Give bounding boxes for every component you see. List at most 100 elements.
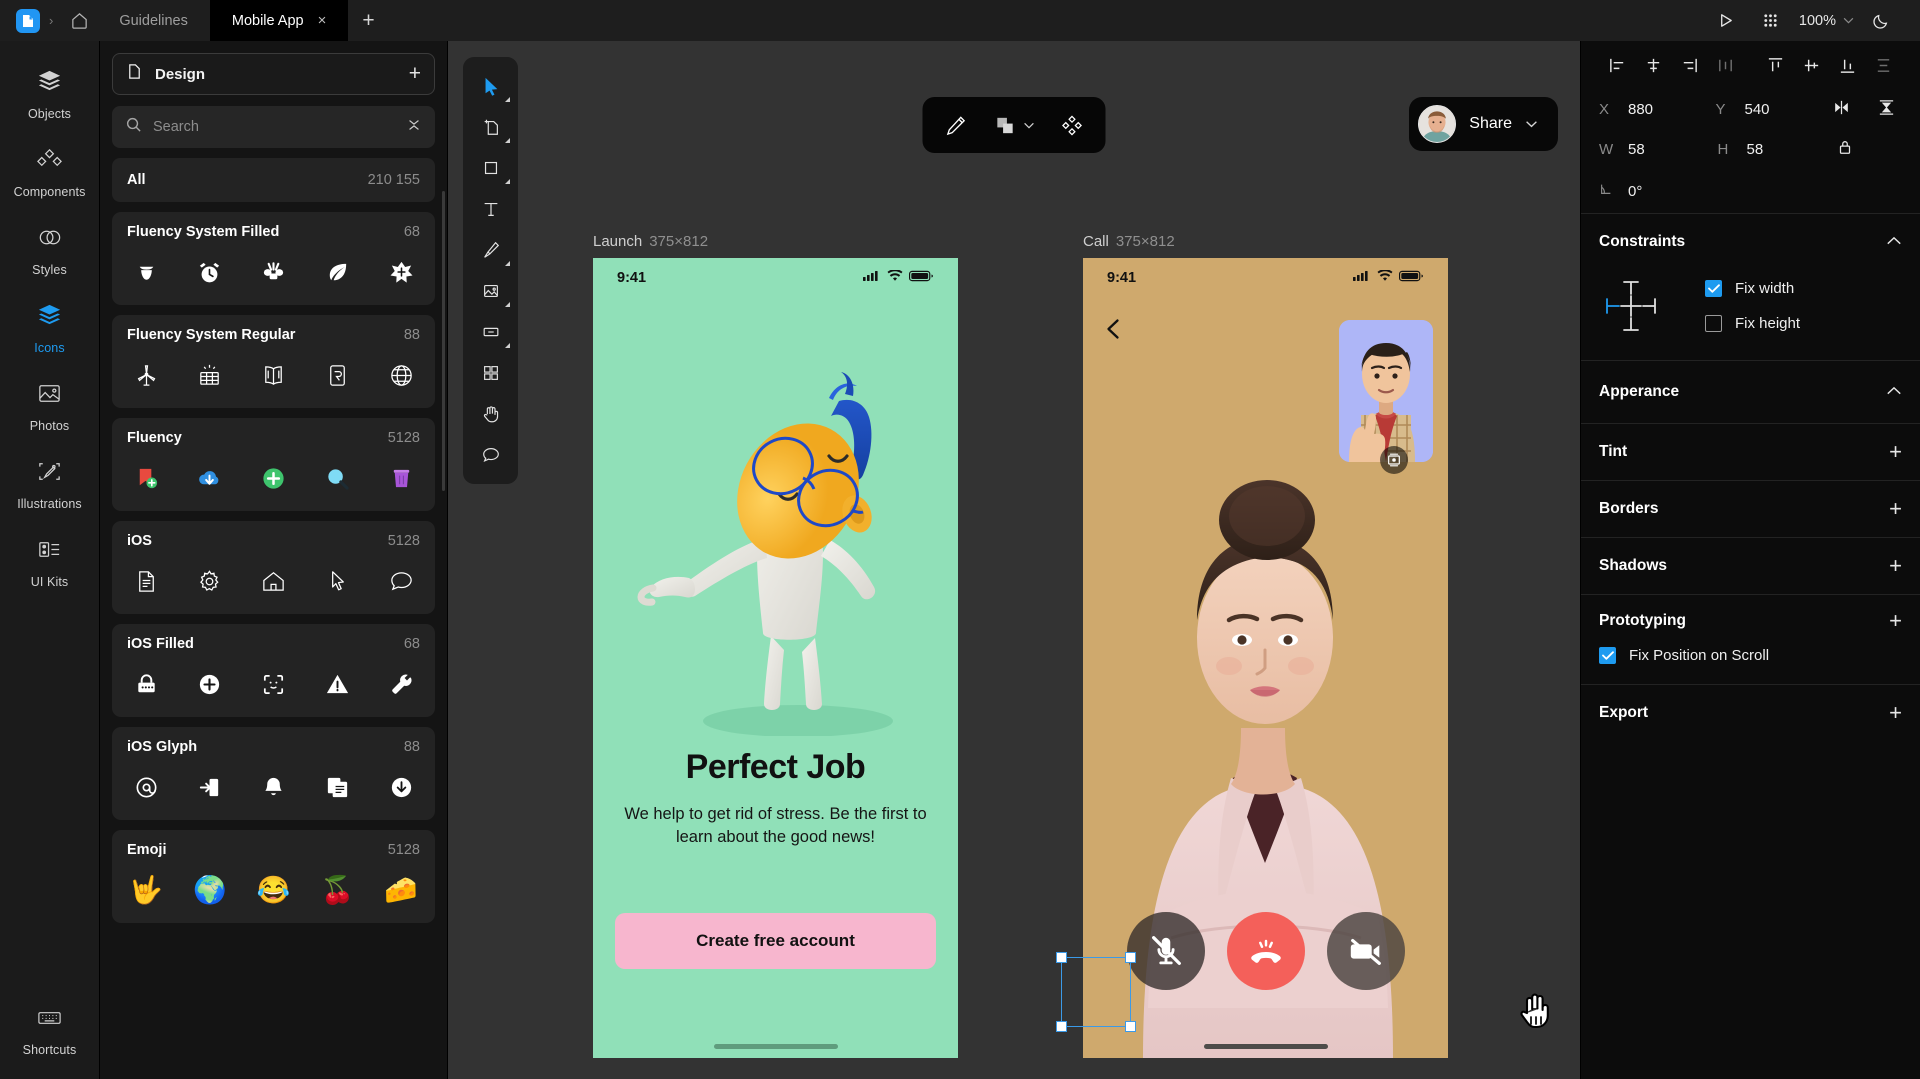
sidebar-item-illustrations[interactable]: Illustrations: [0, 445, 100, 523]
create-free-account-button[interactable]: Create free account: [615, 913, 936, 969]
sidebar-item-shortcuts[interactable]: Shortcuts: [0, 991, 100, 1079]
fix-position-checkbox[interactable]: [1599, 647, 1616, 664]
boolean-union-icon[interactable]: [994, 114, 1035, 137]
category-fluency-system-regular[interactable]: Fluency System Regular 88: [112, 315, 435, 408]
grid-tool[interactable]: [469, 354, 513, 392]
document-lines-icon[interactable]: [129, 564, 163, 598]
x-field[interactable]: X 880: [1599, 101, 1716, 118]
sidebar-item-photos[interactable]: Photos: [0, 367, 100, 445]
warning-triangle-icon[interactable]: [320, 667, 354, 701]
sidebar-item-objects[interactable]: Objects: [0, 55, 100, 133]
sidebar-item-icons[interactable]: Icons: [0, 289, 100, 367]
text-tool[interactable]: [469, 190, 513, 228]
chevron-up-icon[interactable]: [1886, 233, 1902, 251]
shape-tool[interactable]: [469, 149, 513, 187]
pen-tool[interactable]: [469, 231, 513, 269]
moon-icon[interactable]: [1858, 0, 1904, 41]
distribute-horizontal-icon[interactable]: [1707, 47, 1743, 83]
library-scrollbar[interactable]: [442, 191, 445, 491]
close-icon[interactable]: ×: [318, 13, 327, 28]
app-logo-icon[interactable]: [16, 9, 40, 33]
sidebar-item-styles[interactable]: Styles: [0, 211, 100, 289]
fix-position-row[interactable]: Fix Position on Scroll: [1599, 647, 1902, 664]
category-ios-filled[interactable]: iOS Filled 68: [112, 624, 435, 717]
height-field[interactable]: H 58: [1718, 141, 1837, 158]
library-header[interactable]: Design +: [112, 53, 435, 95]
search-magnifier-icon[interactable]: [320, 461, 354, 495]
camera-off-button[interactable]: [1327, 912, 1405, 990]
switch-camera-icon[interactable]: [1380, 446, 1408, 474]
button-tool[interactable]: [469, 313, 513, 351]
search-input[interactable]: [153, 119, 395, 135]
constraints-header[interactable]: Constraints: [1581, 214, 1920, 270]
flower-icon[interactable]: [384, 255, 418, 289]
fix-height-row[interactable]: Fix height: [1705, 315, 1800, 332]
play-icon[interactable]: [1703, 0, 1748, 41]
alarm-clock-icon[interactable]: [193, 255, 227, 289]
fix-width-row[interactable]: Fix width: [1705, 280, 1800, 297]
home-icon[interactable]: [62, 0, 97, 41]
picture-in-picture-video[interactable]: [1339, 320, 1433, 462]
love-you-gesture-emoji[interactable]: 🤟: [129, 873, 163, 907]
sign-in-icon[interactable]: [193, 770, 227, 804]
artboard-launch[interactable]: Launch375×812 9:41: [593, 233, 958, 1058]
zoom-control[interactable]: 100%: [1793, 13, 1858, 29]
width-field[interactable]: W 58: [1599, 141, 1718, 158]
cheese-emoji[interactable]: 🧀: [384, 873, 418, 907]
lock-aspect-ratio-icon[interactable]: [1836, 138, 1854, 160]
flip-horizontal-icon[interactable]: [1832, 98, 1851, 121]
new-tab-button[interactable]: +: [348, 0, 388, 41]
gear-icon[interactable]: [193, 564, 227, 598]
w-value[interactable]: 58: [1628, 141, 1645, 158]
chevron-up-icon[interactable]: [1886, 383, 1902, 401]
fix-height-checkbox[interactable]: [1705, 315, 1722, 332]
home-icon[interactable]: [257, 564, 291, 598]
flip-vertical-icon[interactable]: [1877, 98, 1896, 121]
resize-handle-top-left[interactable]: [1056, 952, 1067, 963]
face-id-icon[interactable]: [257, 667, 291, 701]
components-diamond-icon[interactable]: [1061, 114, 1084, 137]
tab-mobile-app[interactable]: Mobile App ×: [210, 0, 349, 41]
image-tool[interactable]: [469, 272, 513, 310]
design-canvas[interactable]: Share Launch375×812 9:41: [448, 41, 1580, 1079]
hard-drive-icon[interactable]: [320, 358, 354, 392]
align-top-icon[interactable]: [1757, 47, 1793, 83]
add-shadow-button[interactable]: +: [1889, 555, 1902, 577]
select-tool[interactable]: [469, 67, 513, 105]
prototyping-header[interactable]: Prototyping +: [1581, 595, 1920, 647]
category-fluency[interactable]: Fluency 5128: [112, 418, 435, 511]
align-center-horizontal-icon[interactable]: [1635, 47, 1671, 83]
launch-screen[interactable]: 9:41: [593, 258, 958, 1058]
distribute-vertical-icon[interactable]: [1865, 47, 1901, 83]
align-right-icon[interactable]: [1671, 47, 1707, 83]
constraint-diagram[interactable]: [1599, 274, 1663, 338]
category-ios-glyph[interactable]: iOS Glyph 88: [112, 727, 435, 820]
align-center-vertical-icon[interactable]: [1793, 47, 1829, 83]
bell-icon[interactable]: [257, 770, 291, 804]
lock-password-icon[interactable]: [129, 667, 163, 701]
shadows-header[interactable]: Shadows +: [1581, 538, 1920, 594]
artboard-call[interactable]: Call375×812 9:41: [1083, 233, 1448, 1058]
pencil-icon[interactable]: [945, 114, 968, 137]
add-bookmark-icon[interactable]: [129, 461, 163, 495]
copy-icon[interactable]: [320, 770, 354, 804]
wind-turbine-icon[interactable]: [129, 358, 163, 392]
mute-microphone-button[interactable]: [1127, 912, 1205, 990]
category-all[interactable]: All 210 155: [112, 158, 435, 202]
download-circle-icon[interactable]: [384, 770, 418, 804]
open-book-icon[interactable]: [257, 358, 291, 392]
globe-emoji[interactable]: 🌍: [193, 873, 227, 907]
joy-emoji[interactable]: 😂: [257, 873, 291, 907]
add-prototype-link-button[interactable]: +: [1889, 610, 1902, 632]
trash-icon[interactable]: [384, 461, 418, 495]
hand-tool[interactable]: [469, 395, 513, 433]
back-button[interactable]: [1101, 316, 1127, 347]
grid-apps-icon[interactable]: [1748, 0, 1793, 41]
category-fluency-system-filled[interactable]: Fluency System Filled 68: [112, 212, 435, 305]
y-field[interactable]: Y 540: [1716, 101, 1833, 118]
sidebar-item-ui-kits[interactable]: UI Kits: [0, 523, 100, 601]
category-ios[interactable]: iOS 5128: [112, 521, 435, 614]
solar-panel-icon[interactable]: [193, 358, 227, 392]
cursor-arrow-icon[interactable]: [320, 564, 354, 598]
add-tint-button[interactable]: +: [1889, 441, 1902, 463]
